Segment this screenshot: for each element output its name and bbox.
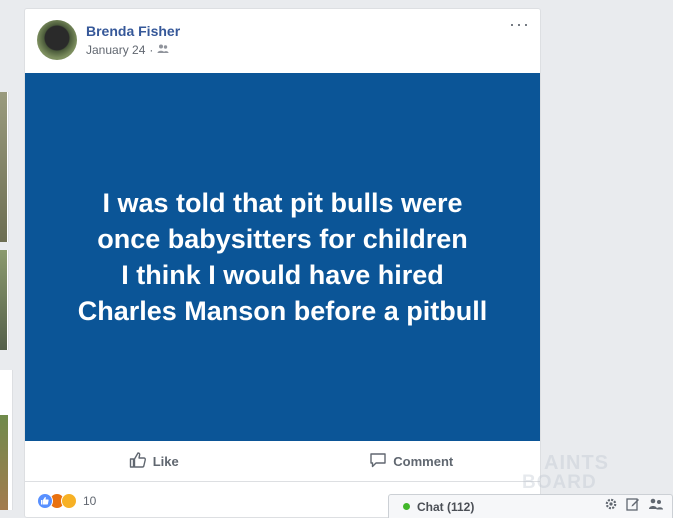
left-card [0,250,9,350]
post-date[interactable]: January 24 [86,43,145,57]
group-icon[interactable] [648,497,664,516]
like-label: Like [152,453,179,469]
like-button[interactable]: Like [25,441,283,481]
compose-icon[interactable] [626,497,640,516]
watermark-line2: BOARD [522,472,597,493]
like-reaction-icon [37,493,53,509]
chat-icons [604,497,664,516]
reaction-summary[interactable]: 10 [37,493,96,509]
left-card-thumbnail [0,250,7,350]
left-card [0,370,13,510]
post-image[interactable]: I was told that pit bulls were once baby… [25,73,540,441]
post-image-text: I was told that pit bulls were once baby… [77,188,488,326]
watermark-logo: AINTS BOARD [470,452,630,496]
chat-label[interactable]: Chat (112) [417,500,474,514]
left-card [0,92,9,242]
reaction-count[interactable]: 10 [83,494,96,508]
more-options-button[interactable]: ··· [509,15,530,33]
comment-label: Comment [393,453,454,469]
comment-icon [369,451,387,472]
post-meta: January 24 · [86,43,169,57]
meta-separator: · [149,43,154,57]
thumbs-up-icon [129,451,147,472]
chat-bar[interactable]: Chat (112) [388,494,673,518]
left-column [0,0,14,518]
online-status-dot [403,503,410,510]
gear-icon[interactable] [604,497,618,516]
author-name[interactable]: Brenda Fisher [86,23,180,39]
left-card-thumbnail [0,92,7,242]
friends-icon[interactable] [157,43,169,57]
left-card-thumbnail [0,415,8,510]
haha-reaction-icon [61,493,77,509]
author-avatar[interactable] [37,20,77,60]
post-actions: Like Comment [25,441,540,482]
feed-post: Brenda Fisher January 24 · ··· I was tol… [24,8,541,518]
